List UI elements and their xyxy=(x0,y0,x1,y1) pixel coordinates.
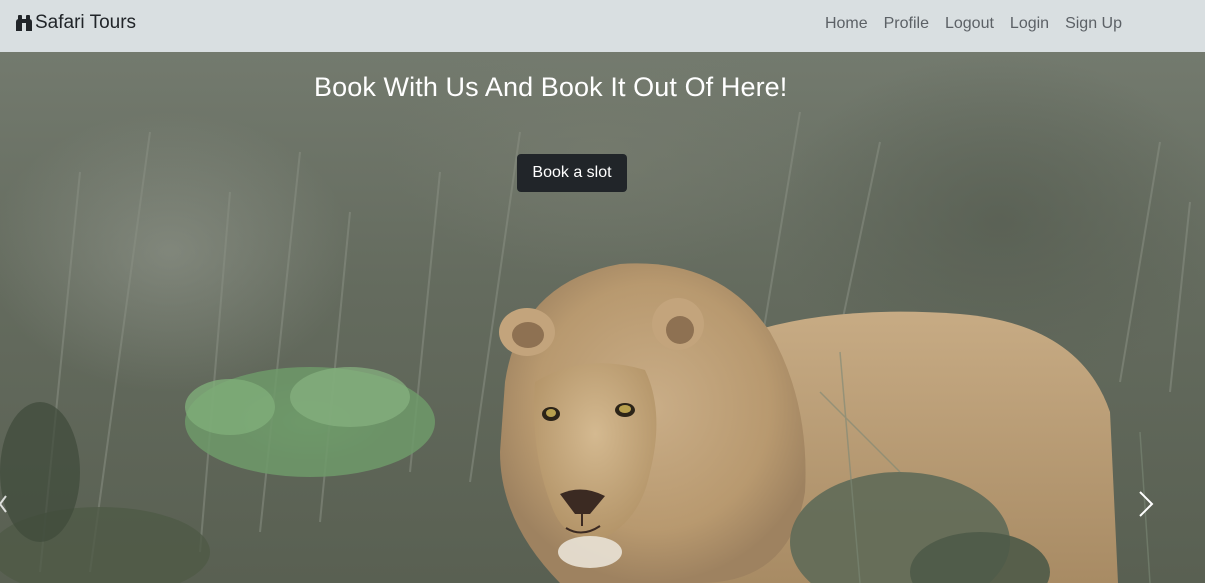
chevron-left-icon xyxy=(0,495,7,513)
nav-profile[interactable]: Profile xyxy=(884,15,929,33)
brand-link[interactable]: Safari Tours xyxy=(14,12,136,34)
book-slot-button[interactable]: Book a slot xyxy=(517,154,627,192)
binoculars-icon xyxy=(16,15,32,31)
nav-links: Home Profile Logout Login Sign Up xyxy=(825,15,1122,33)
lion-in-bush-photo xyxy=(0,111,1191,583)
nav-logout[interactable]: Logout xyxy=(945,15,994,33)
nav-signup[interactable]: Sign Up xyxy=(1065,15,1122,33)
hero-carousel: Book With Us And Book It Out Of Here! Bo… xyxy=(0,52,1205,583)
nav-home[interactable]: Home xyxy=(825,15,868,33)
brand-label: Safari Tours xyxy=(35,12,137,33)
chevron-right-icon xyxy=(1139,491,1154,517)
nav-login[interactable]: Login xyxy=(1010,15,1049,33)
carousel-prev-button[interactable] xyxy=(0,484,10,524)
carousel-next-button[interactable] xyxy=(1128,484,1164,524)
navbar: Safari Tours Home Profile Logout Login S… xyxy=(0,0,1205,52)
hero-title: Book With Us And Book It Out Of Here! xyxy=(314,72,788,102)
